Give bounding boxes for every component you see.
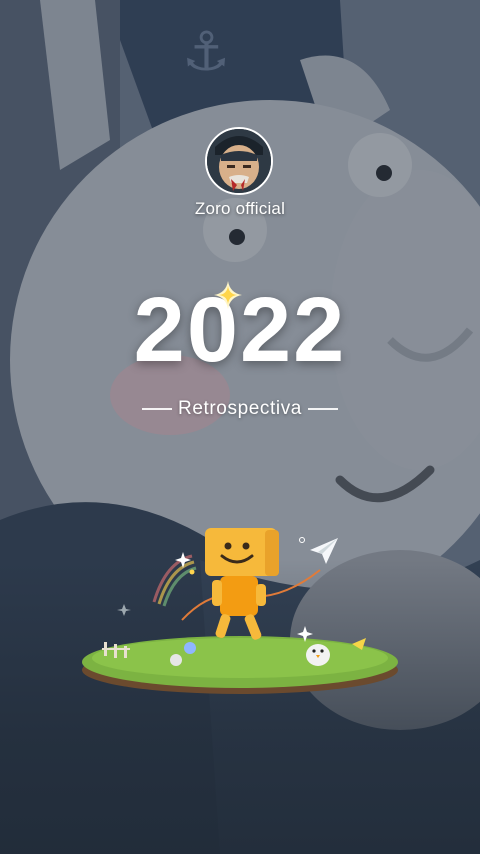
sparkle-icon — [214, 281, 242, 309]
divider-right — [307, 408, 338, 410]
profile-avatar[interactable] — [205, 127, 273, 195]
character-illustration — [82, 528, 398, 694]
username: Zoro official — [194, 199, 286, 218]
divider-left — [142, 408, 173, 410]
avatar-image — [207, 129, 271, 193]
subtitle-row: Retrospectiva — [0, 394, 480, 424]
recap-subtitle: Retrospectiva — [178, 398, 302, 419]
